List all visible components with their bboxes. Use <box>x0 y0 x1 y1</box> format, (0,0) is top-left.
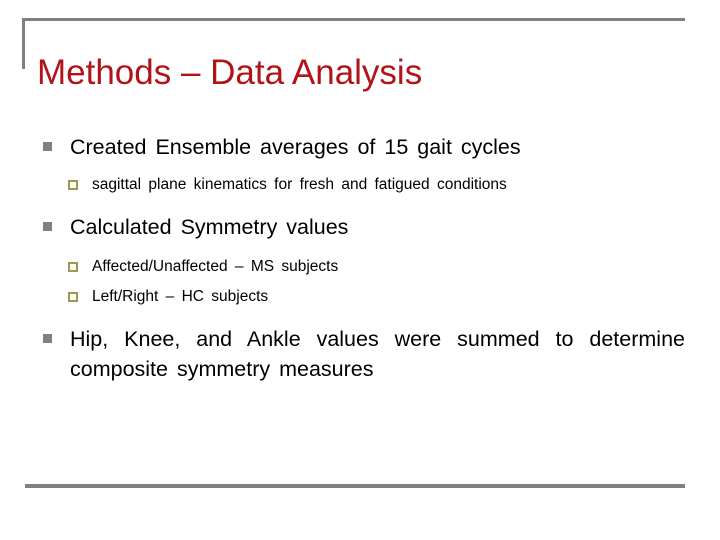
square-bullet-icon <box>43 222 52 231</box>
bullet-text: Hip, Knee, and Ankle values were summed … <box>70 327 685 381</box>
sub-bullet-item-left-right: Left/Right – HC subjects <box>0 286 720 308</box>
bullet-item-created-ensemble: Created Ensemble averages of 15 gait cyc… <box>0 132 720 162</box>
title-left-accent-rule <box>22 18 25 69</box>
slide-canvas: Methods – Data Analysis Created Ensemble… <box>0 0 720 540</box>
bullet-text: Created Ensemble averages of 15 gait cyc… <box>70 135 521 159</box>
sub-bullet-text: Affected/Unaffected – MS subjects <box>92 258 339 275</box>
bottom-rule <box>25 484 685 488</box>
sub-bullet-text: Left/Right – HC subjects <box>92 288 269 305</box>
hollow-square-bullet-icon <box>68 292 78 302</box>
square-bullet-icon <box>43 334 52 343</box>
bullet-text: Calculated Symmetry values <box>70 215 349 239</box>
hollow-square-bullet-icon <box>68 262 78 272</box>
bullet-item-hip-knee-ankle: Hip, Knee, and Ankle values were summed … <box>0 324 720 384</box>
sub-bullet-item-sagittal-plane: sagittal plane kinematics for fresh and … <box>0 174 720 196</box>
page-title: Methods – Data Analysis <box>37 53 423 93</box>
bullet-item-calculated-symmetry: Calculated Symmetry values <box>0 212 720 242</box>
sub-bullet-text: sagittal plane kinematics for fresh and … <box>92 176 507 193</box>
title-top-rule <box>22 18 685 21</box>
sub-bullet-item-affected-unaffected: Affected/Unaffected – MS subjects <box>0 256 720 278</box>
square-bullet-icon <box>43 142 52 151</box>
slide-body: Created Ensemble averages of 15 gait cyc… <box>0 132 720 384</box>
hollow-square-bullet-icon <box>68 180 78 190</box>
